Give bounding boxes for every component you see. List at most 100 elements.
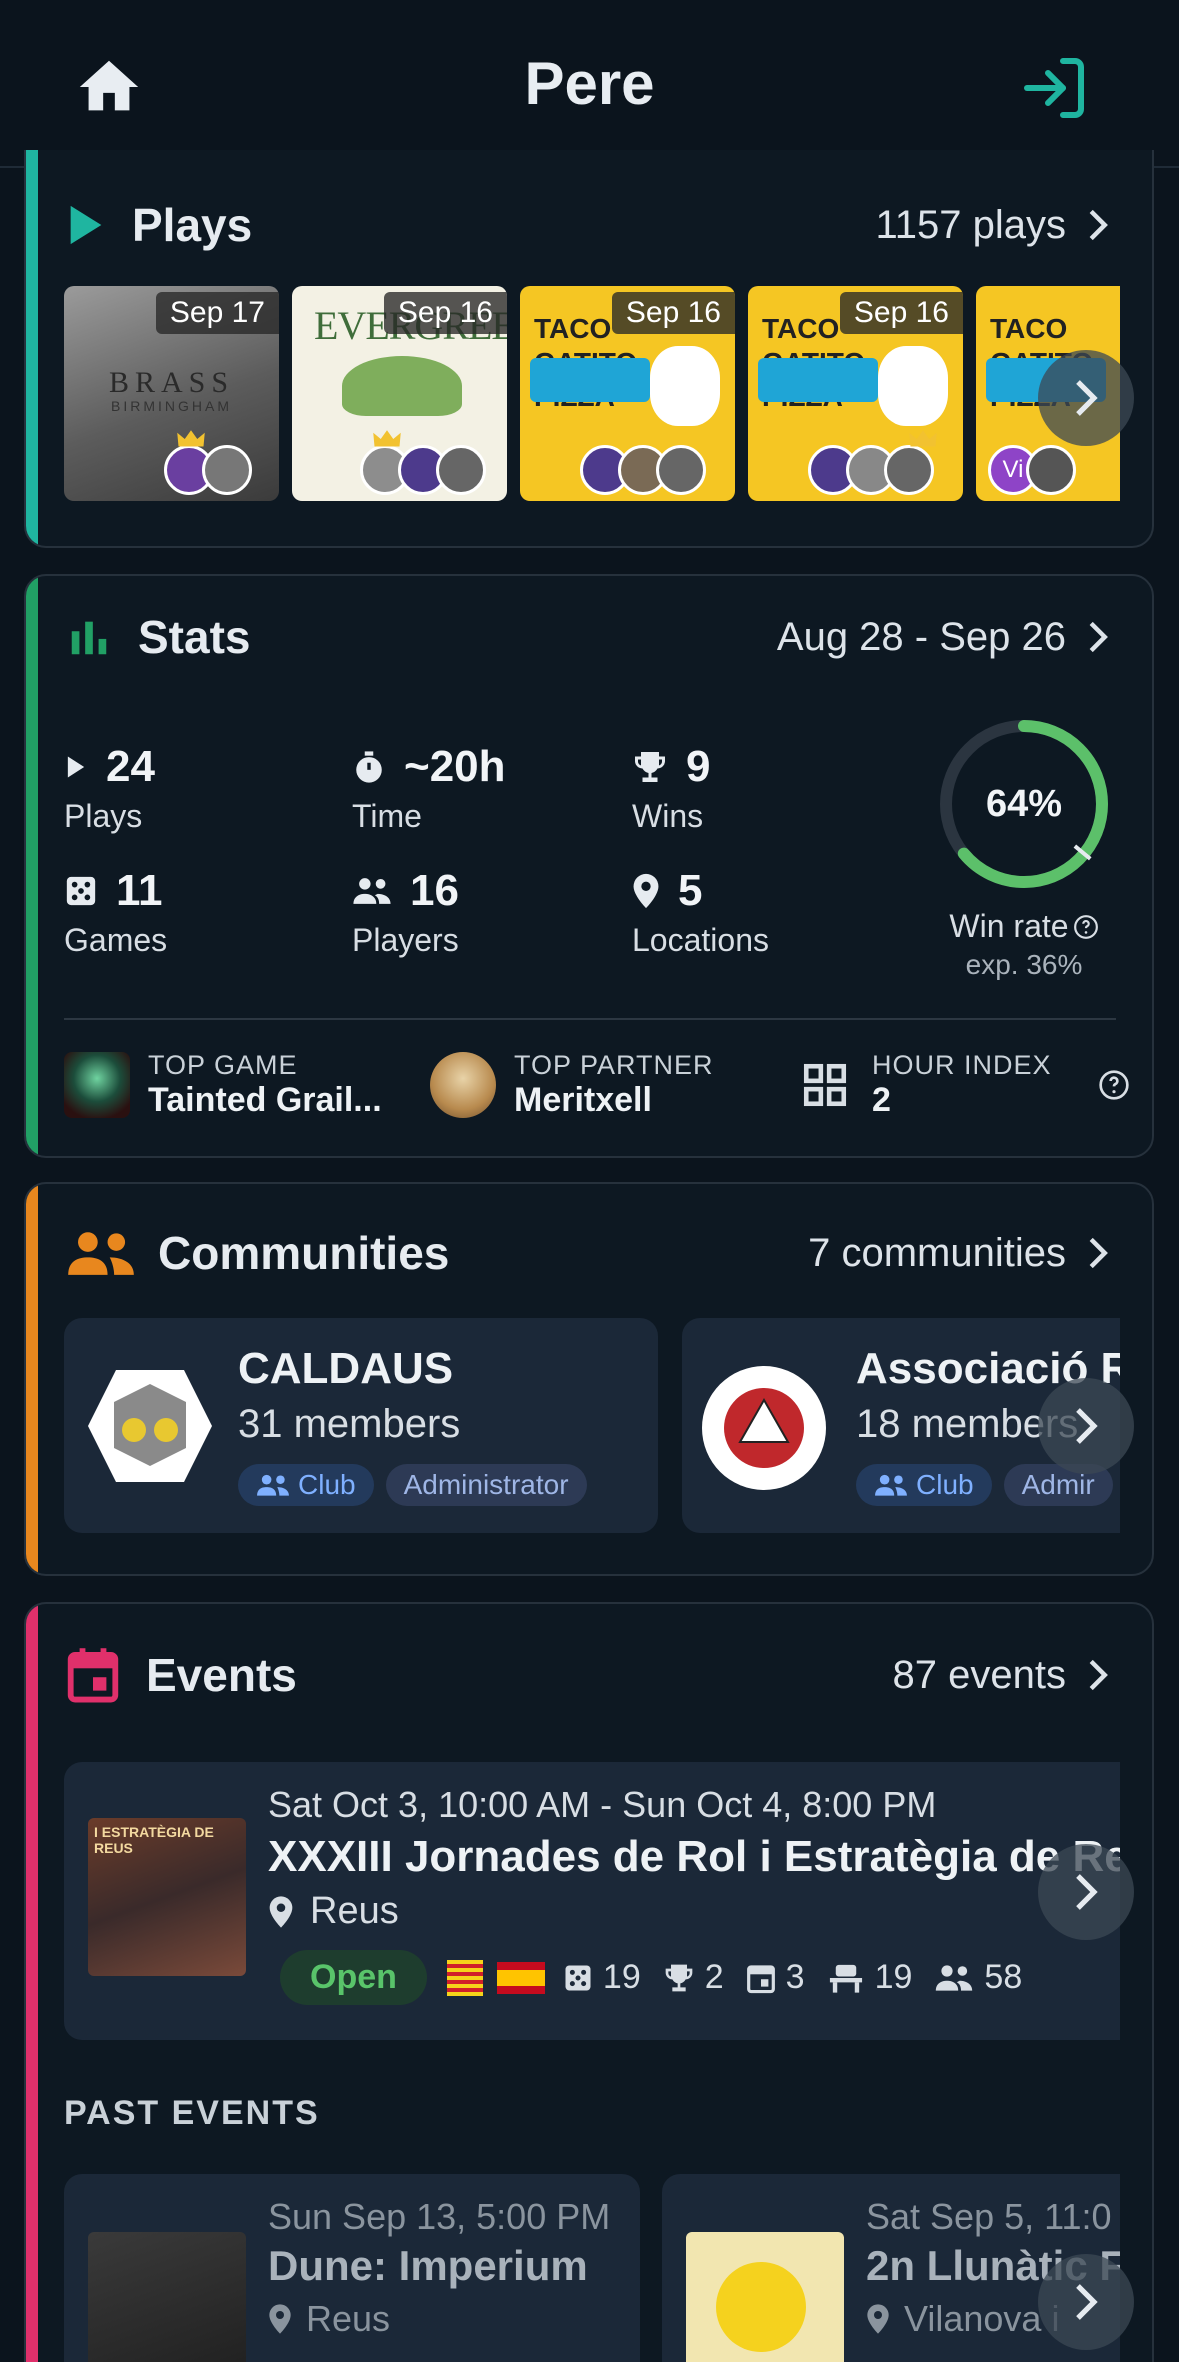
gatito-banner	[530, 358, 650, 402]
stat-plays-value: 24	[106, 742, 155, 791]
win-rate-label: Win rate	[949, 908, 1069, 944]
stats-accent-bar	[26, 576, 38, 1156]
avatar	[202, 445, 252, 495]
play-avatars	[808, 445, 934, 495]
page-title: Pere	[524, 49, 655, 117]
club-badge-label: Club	[916, 1469, 974, 1500]
top-partner[interactable]: TOP PARTNER Meritxell	[430, 1050, 714, 1120]
stat-plays-label: Plays	[64, 798, 143, 834]
club-badge: Club	[238, 1464, 374, 1506]
win-rate-percent: 64%	[985, 782, 1063, 825]
trophy-icon	[635, 752, 665, 782]
plays-card: Plays 1157 plays BRASS BIRMINGHAM Sep 17…	[24, 150, 1154, 548]
community-name: CALDAUS	[238, 1344, 454, 1393]
events-card: Events 87 events I ESTRATÈGIA DE REUS Sa…	[24, 1602, 1154, 2362]
communities-next-button[interactable]	[1038, 1378, 1134, 1474]
crown-icon	[373, 430, 401, 447]
communities-count-link[interactable]: 7 communities	[808, 1231, 1112, 1276]
chevron-right-icon	[1089, 209, 1108, 241]
hour-index[interactable]: HOUR INDEX 2	[800, 1050, 1130, 1120]
communities-count: 7 communities	[808, 1230, 1066, 1275]
past-events-heading: PAST EVENTS	[64, 2094, 320, 2132]
help-icon[interactable]	[1073, 914, 1099, 940]
top-app-bar: Pere	[0, 0, 1179, 168]
stats-range: Aug 28 - Sep 26	[776, 614, 1066, 659]
play-date: Sep 16	[839, 292, 963, 334]
people-icon	[936, 1964, 973, 1991]
communities-accent-bar	[26, 1184, 38, 1574]
table-chair-icon	[829, 1964, 862, 1993]
cat-illustration	[878, 346, 948, 426]
past-events-next-button[interactable]	[1038, 2254, 1134, 2350]
events-next-button[interactable]	[1038, 1844, 1134, 1940]
club-badge-label: Club	[298, 1469, 356, 1500]
play-thumb[interactable]: BRASS BIRMINGHAM Sep 17	[64, 286, 279, 501]
stats-card: Stats Aug 28 - Sep 26 24 Plays ~20h Time…	[24, 574, 1154, 1158]
chevron-right-icon	[1089, 1659, 1108, 1691]
featured-event-card[interactable]: I ESTRATÈGIA DE REUS Sat Oct 3, 10:00 AM…	[64, 1762, 1120, 2040]
avatar	[656, 445, 706, 495]
stat-locations-value: 5	[678, 866, 703, 915]
hour-index-caption: HOUR INDEX	[872, 1050, 1052, 1080]
top-game[interactable]: TOP GAME Tainted Grail...	[64, 1050, 382, 1120]
location-pin-icon	[269, 1895, 293, 1928]
crown-icon	[177, 430, 205, 447]
plays-title: Plays	[132, 199, 253, 251]
communities-header[interactable]: Communities 7 communities	[66, 1226, 1112, 1280]
event-name: XXXIII Jornades de Rol i Estratègia de R…	[268, 1832, 1120, 1881]
bar-chart-icon	[71, 621, 107, 655]
event-games-count: 19	[602, 1958, 641, 1996]
people-icon	[353, 878, 391, 904]
location-pin-icon	[633, 873, 659, 909]
avatar	[1026, 445, 1076, 495]
communities-title: Communities	[158, 1227, 450, 1279]
communities-carousel[interactable]: CALDAUS 31 members Club Administrator As…	[64, 1318, 1120, 1538]
help-icon[interactable]	[1098, 1069, 1130, 1101]
event-meta-row: Open 19 2 3 19 58	[280, 1950, 1022, 2005]
events-accent-bar	[26, 1604, 38, 2362]
play-thumb[interactable]: TACO GATITO PIZZA Sep 16	[748, 286, 963, 501]
top-partner-avatar	[430, 1052, 496, 1118]
plays-count-link[interactable]: 1157 plays	[875, 203, 1112, 248]
stat-locations: 5 Locations	[632, 866, 769, 959]
avatar	[884, 445, 934, 495]
chevron-right-icon	[1076, 2284, 1098, 2320]
community-members: 31 members	[238, 1402, 461, 1446]
community-card[interactable]: CALDAUS 31 members Club Administrator	[64, 1318, 658, 1533]
group-small-icon	[875, 1474, 907, 1496]
stat-players-label: Players	[352, 922, 459, 958]
play-date: Sep 16	[383, 292, 507, 334]
event-datetime: Sat Oct 3, 10:00 AM - Sun Oct 4, 8:00 PM	[268, 1784, 937, 1825]
past-event-name: Dune: Imperium	[268, 2242, 588, 2289]
plays-header[interactable]: Plays 1157 plays	[66, 198, 1112, 252]
events-header[interactable]: Events 87 events	[66, 1646, 1112, 1704]
plays-accent-bar	[26, 150, 38, 546]
home-icon	[79, 60, 139, 111]
login-button[interactable]	[1018, 52, 1090, 124]
plays-carousel[interactable]: BRASS BIRMINGHAM Sep 17 EVERGREEN Sep 16…	[64, 286, 1120, 506]
play-game-name: BRASS	[108, 366, 235, 399]
event-poster: I ESTRATÈGIA DE REUS	[88, 1818, 246, 1976]
top-game-caption: TOP GAME	[148, 1050, 298, 1080]
play-thumb[interactable]: TACO GATITO PIZZA Sep 16	[520, 286, 735, 501]
stat-games-label: Games	[64, 922, 168, 958]
play-date: Sep 17	[155, 292, 279, 334]
stats-header[interactable]: Stats Aug 28 - Sep 26	[66, 610, 1112, 664]
home-button[interactable]	[74, 52, 144, 122]
avatar	[436, 445, 486, 495]
stat-time-value: ~20h	[404, 742, 506, 791]
event-tables-count: 19	[874, 1958, 913, 1996]
events-count-link[interactable]: 87 events	[893, 1653, 1112, 1698]
club-badge: Club	[856, 1464, 992, 1506]
stats-range-link[interactable]: Aug 28 - Sep 26	[777, 615, 1112, 660]
chevron-right-icon	[1089, 1237, 1108, 1269]
plays-next-button[interactable]	[1038, 350, 1134, 446]
event-poster	[88, 2232, 246, 2362]
chevron-right-icon	[1076, 1408, 1098, 1444]
events-title: Events	[146, 1649, 297, 1701]
hour-index-value: 2	[872, 1081, 891, 1119]
top-game-thumbnail	[64, 1052, 130, 1118]
play-thumb[interactable]: EVERGREEN Sep 16	[292, 286, 507, 501]
featured-event-carousel[interactable]: I ESTRATÈGIA DE REUS Sat Oct 3, 10:00 AM…	[64, 1762, 1120, 2040]
stat-locations-label: Locations	[632, 922, 769, 958]
